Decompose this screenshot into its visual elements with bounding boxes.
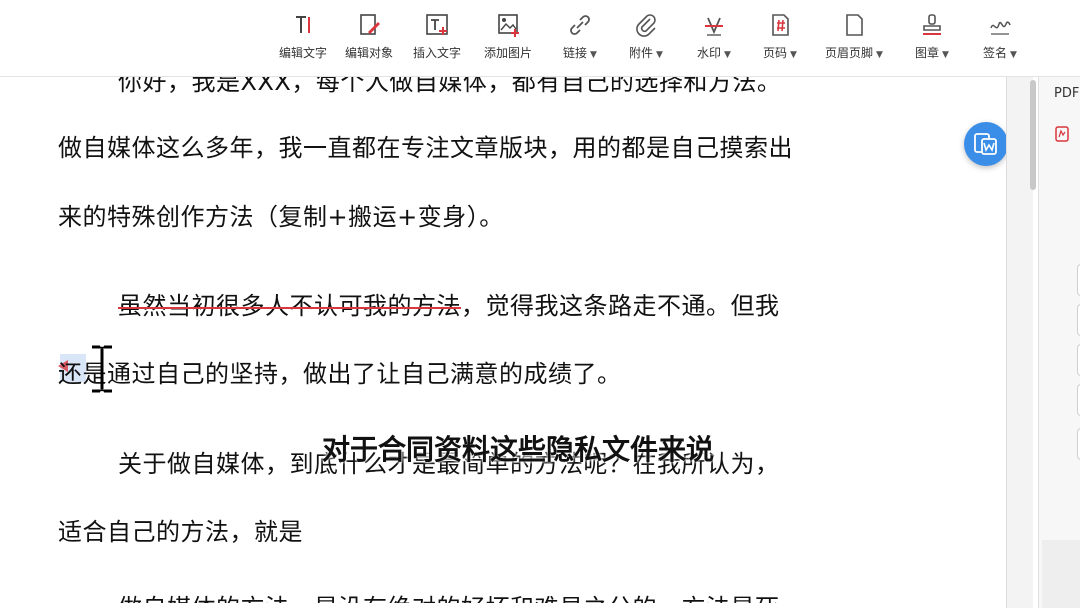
paragraph-2-line-1[interactable]: 虽然当初很多人不认可我的方法 ，觉得我这条路走不通。但我 [118,286,780,321]
link-label: 链接 [563,46,588,60]
signature-button[interactable]: 签名 ▼ [974,10,1026,70]
insert-text-button[interactable]: 插入文字 [406,10,468,70]
add-image-label: 添加图片 [483,46,532,60]
add-image-icon [498,14,519,37]
stamp-label: 图章 [915,46,940,60]
pdf-file-icon[interactable] [1055,126,1069,142]
header-footer-label: 页眉页脚 [825,46,874,60]
page-number-icon [772,14,789,36]
attachment-icon [636,14,656,37]
edit-object-icon [360,14,380,35]
edit-text-button[interactable]: 编辑文字 [272,10,334,70]
paragraph-line-top-clipped[interactable]: 你好，我是XXX，每个人做自媒体，都有自己的选择和方法。 [118,76,781,97]
attachment-label: 附件 [629,46,654,60]
chevron-down-icon: ▼ [942,50,949,60]
paragraph-1-line-1[interactable]: 做自媒体这么多年，我一直都在专注文章版块，用的都是自己摸索出 [58,128,793,163]
header-footer-icon [846,14,863,36]
watermark-icon [705,17,723,36]
chevron-down-icon: ▼ [1010,50,1017,60]
link-icon [570,15,590,35]
edit-object-label: 编辑对象 [344,46,393,60]
toolbar: 编辑文字 编辑对象 插入文字 添加图片 链接 ▼ 附件 ▼ 水印 ▼ 页码 ▼ … [0,0,1080,77]
page-number-button[interactable]: 页码 ▼ [754,10,806,70]
side-panel-footer [1042,540,1080,608]
right-side-panel: PDF [1038,76,1080,608]
add-image-button[interactable]: 添加图片 [477,10,539,70]
link-button[interactable]: 链接 ▼ [554,10,606,70]
paragraph-2-rest: ，觉得我这条路走不通。但我 [461,292,780,320]
attachment-button[interactable]: 附件 ▼ [620,10,672,70]
pdf-to-word-icon [974,133,997,155]
side-panel-label: PDF [1054,86,1080,101]
stamp-icon [923,14,941,35]
stamp-button[interactable]: 图章 ▼ [906,10,958,70]
paragraph-line-bottom-clipped[interactable]: 做自媒体的方法，是没有绝对的好坏和难易之分的，方法是死 [118,588,780,603]
document-page[interactable]: 你好，我是XXX，每个人做自媒体，都有自己的选择和方法。 做自媒体这么多年，我一… [0,76,1006,608]
edit-text-icon [296,16,310,33]
header-footer-button[interactable]: 页眉页脚 ▼ [818,10,890,70]
watermark-button[interactable]: 水印 ▼ [688,10,740,70]
paragraph-2-line-2[interactable]: 还是通过自己的坚持，做出了让自己满意的成绩了。 [58,354,622,389]
edit-text-label: 编辑文字 [278,46,327,60]
watermark-label: 水印 [697,46,722,60]
insert-text-label: 插入文字 [412,46,461,60]
paragraph-3-line-2[interactable]: 适合自己的方法，就是 [58,512,303,547]
strikethrough-line [118,306,461,309]
chevron-down-icon: ▼ [724,50,731,60]
insert-text-icon [426,14,448,35]
struck-text[interactable]: 虽然当初很多人不认可我的方法 [118,292,461,320]
signature-label: 签名 [983,46,1008,60]
paragraph-1-line-2[interactable]: 来的特殊创作方法（复制+搬运+变身）。 [58,197,504,232]
edit-object-button[interactable]: 编辑对象 [338,10,400,70]
signature-icon [990,21,1011,35]
vertical-scrollbar[interactable] [1006,76,1033,608]
chevron-down-icon: ▼ [876,50,883,60]
scrollbar-thumb[interactable] [1030,80,1036,190]
floating-convert-button[interactable] [964,122,1008,166]
text-cursor-icon [92,345,112,393]
chevron-down-icon: ▼ [656,50,663,60]
page-number-label: 页码 [763,46,788,60]
chevron-down-icon: ▼ [790,50,797,60]
chevron-down-icon: ▼ [590,50,597,60]
video-subtitle: 对于合同资料这些隐私文件来说 [322,433,715,466]
